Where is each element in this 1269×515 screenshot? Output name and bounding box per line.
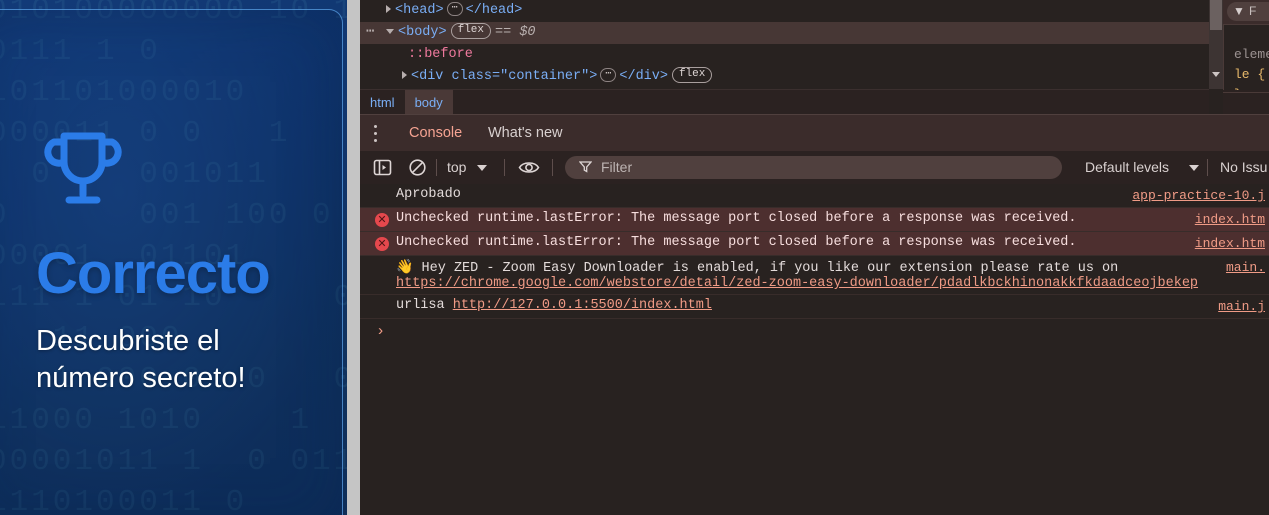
styles-filter-placeholder: F	[1249, 4, 1257, 18]
dom-node-container[interactable]: <div class="container"> ⋯ </div> flex	[360, 66, 1209, 88]
prompt-caret-icon: ›	[376, 323, 386, 340]
equals-sign: ==	[495, 25, 512, 40]
dom-tag-open: <head>	[395, 3, 444, 18]
expand-triangle-icon[interactable]	[386, 5, 391, 14]
breadcrumb-item-body[interactable]: body	[404, 90, 453, 115]
console-message-urlisa[interactable]: urlisa http://127.0.0.1:5500/index.html …	[360, 295, 1269, 319]
console-message-source[interactable]: index.htm	[1195, 236, 1265, 251]
tab-whats-new[interactable]: What's new	[479, 115, 572, 151]
dom-tree[interactable]: <head> ⋯ </head> ⋯ <body> flex == $0 ::before…	[360, 0, 1209, 89]
drawer-more-icon[interactable]	[374, 125, 378, 142]
console-toolbar: top Filter Default levels No Issu	[360, 151, 1269, 185]
dom-tree-scrollbar[interactable]	[1209, 0, 1223, 89]
toolbar-divider	[504, 159, 505, 176]
console-message-text: urlisa	[396, 298, 445, 313]
collapsed-children-icon[interactable]: ⋯	[600, 68, 617, 83]
filter-funnel-icon	[578, 160, 593, 176]
toolbar-divider	[436, 159, 437, 176]
page-subtitle: Descubriste el número secreto!	[36, 325, 246, 395]
tab-console[interactable]: Console	[400, 115, 472, 153]
flex-badge[interactable]: flex	[671, 67, 713, 84]
console-message-source[interactable]: index.htm	[1195, 212, 1265, 227]
wave-emoji-icon: 👋	[396, 260, 414, 276]
css-rule-open: le {	[1234, 67, 1266, 82]
css-rule-close: }	[1224, 85, 1269, 90]
dom-tag-close: </head>	[465, 3, 523, 18]
log-levels-dropdown[interactable]: Default levels	[1085, 159, 1169, 175]
console-prompt[interactable]: ›	[360, 319, 1269, 345]
live-expression-icon[interactable]	[518, 158, 540, 182]
styles-filter-bar: ▼ F	[1223, 0, 1269, 25]
dom-node-head[interactable]: <head> ⋯ </head>	[360, 0, 1209, 22]
flex-badge[interactable]: flex	[450, 23, 492, 40]
console-message-source[interactable]: main.	[1226, 260, 1265, 275]
dom-tag-open: <body>	[398, 25, 447, 40]
console-message-text: Hey ZED - Zoom Easy Downloader is enable…	[421, 261, 1119, 276]
console-message-source[interactable]: main.j	[1218, 299, 1265, 314]
node-more-icon[interactable]: ⋯	[366, 21, 375, 43]
drawer-tab-bar: Console What's new	[360, 114, 1269, 153]
console-filter-input[interactable]: Filter	[565, 156, 1062, 179]
console-message-source[interactable]: app-practice-10.j	[1132, 188, 1265, 203]
dom-tag-text: <div class="container">	[411, 69, 598, 84]
scrollbar-thumb[interactable]	[1210, 0, 1222, 30]
console-filter-placeholder: Filter	[601, 159, 633, 175]
console-message-text: Unchecked runtime.lastError: The message…	[396, 211, 1077, 226]
console-ref: $0	[519, 25, 536, 40]
console-message-error[interactable]: ✕ Unchecked runtime.lastError: The messa…	[360, 208, 1269, 232]
extension-store-link[interactable]: https://chrome.google.com/webstore/detai…	[396, 276, 1198, 291]
devtools-panel: <head> ⋯ </head> ⋯ <body> flex == $0 ::before…	[360, 0, 1269, 515]
error-icon: ✕	[375, 237, 389, 251]
expand-triangle-icon[interactable]	[402, 71, 407, 80]
toolbar-divider	[552, 159, 553, 176]
scroll-down-arrow-icon[interactable]	[1212, 72, 1220, 77]
dom-tag-close: </div>	[619, 69, 668, 84]
console-message-log[interactable]: Aprobado app-practice-10.j	[360, 184, 1269, 208]
local-url-link[interactable]: http://127.0.0.1:5500/index.html	[453, 298, 712, 313]
web-page-viewport: 010100000000 10 1 0111 1 0 0 10110100001…	[0, 0, 347, 515]
console-message-extension[interactable]: 👋 Hey ZED - Zoom Easy Downloader is enab…	[360, 256, 1269, 295]
page-scrollbar-gutter[interactable]	[347, 0, 360, 515]
collapsed-children-icon[interactable]: ⋯	[446, 2, 463, 17]
console-message-list[interactable]: Aprobado app-practice-10.j ✕ Unchecked r…	[360, 184, 1269, 515]
css-selector: eleme	[1234, 47, 1269, 62]
clear-console-icon[interactable]	[408, 158, 427, 182]
console-sidebar-icon[interactable]	[373, 158, 392, 182]
page-title: Correcto	[36, 241, 271, 306]
filter-funnel-icon: ▼	[1233, 4, 1245, 18]
pseudo-element-label: ::before	[408, 47, 473, 62]
issues-counter[interactable]: No Issu	[1220, 159, 1267, 175]
breadcrumb-item-html[interactable]: html	[360, 90, 405, 115]
dom-node-body[interactable]: ⋯ <body> flex == $0	[360, 22, 1209, 44]
page-content: Correcto Descubriste el número secreto!	[0, 0, 347, 515]
styles-rule[interactable]: eleme le { }	[1223, 25, 1269, 90]
console-message-text: Unchecked runtime.lastError: The message…	[396, 235, 1077, 250]
chevron-down-icon[interactable]	[1189, 165, 1199, 171]
styles-divider	[1223, 92, 1269, 93]
execution-context-label[interactable]: top	[447, 159, 466, 175]
toolbar-divider	[1207, 159, 1208, 176]
dom-node-before[interactable]: ::before	[360, 44, 1209, 66]
collapse-triangle-icon[interactable]	[386, 28, 394, 34]
breadcrumb: html body	[360, 89, 1209, 115]
console-message-error[interactable]: ✕ Unchecked runtime.lastError: The messa…	[360, 232, 1269, 256]
error-icon: ✕	[375, 213, 389, 227]
console-message-text: Aprobado	[396, 187, 461, 202]
trophy-icon	[44, 128, 122, 208]
chevron-down-icon[interactable]	[477, 165, 487, 171]
dom-tag-open: <div class="container">	[411, 69, 597, 84]
